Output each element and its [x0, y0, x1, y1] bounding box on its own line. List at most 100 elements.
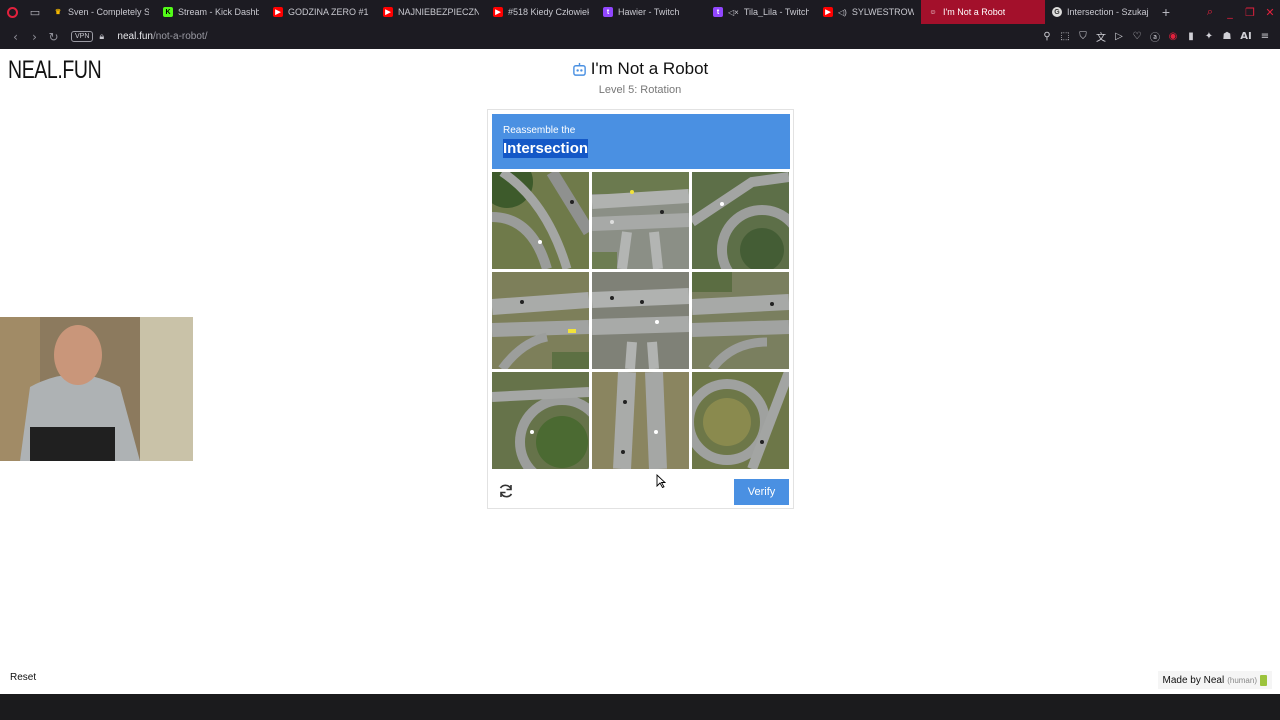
- tab-title: NAJNIEBEZPIECZNIE: [398, 7, 479, 17]
- url-field[interactable]: neal.fun/not-a-robot/: [117, 31, 207, 42]
- youtube-icon: ▶: [273, 7, 283, 17]
- tab-godzina-zero[interactable]: ▶ GODZINA ZERO #153: [266, 0, 376, 24]
- shield-icon[interactable]: ⛉: [1074, 31, 1092, 42]
- captcha-prompt: Reassemble the: [503, 125, 576, 136]
- tab-strip: ♛ Sven - Completely Sc K Stream - Kick D…: [46, 0, 1155, 24]
- made-by-badge[interactable]: Made by Neal (human): [1157, 671, 1272, 689]
- toolbar-icons: ⚲ ⬚ ⛉ 文 ▷ ♡ ⓐ ◉ ▮ ✦ ☗ AI ≡: [1038, 29, 1274, 44]
- kick-icon: K: [163, 7, 173, 17]
- verify-button[interactable]: Verify: [734, 479, 789, 505]
- snapshot-icon[interactable]: ⬚: [1056, 31, 1074, 42]
- browser-tab-bar: ▭ ♛ Sven - Completely Sc K Stream - Kick…: [0, 0, 1280, 24]
- level-label: Level 5: Rotation: [598, 84, 682, 96]
- mouse-cursor-icon: [656, 474, 666, 488]
- tab-title: SYLWESTROWA: [851, 7, 914, 17]
- tab-title: Hawier - Twitch: [618, 7, 680, 17]
- tab-title: Tila_Lila - Twitch: [743, 7, 809, 17]
- page-title: I'm Not a Robot: [572, 59, 709, 79]
- close-window-icon[interactable]: ✕: [1260, 6, 1280, 19]
- intersection-tile-image: [692, 272, 789, 369]
- back-arrow-icon[interactable]: ‹: [6, 27, 25, 47]
- forward-arrow-icon[interactable]: ›: [25, 27, 44, 47]
- reset-button[interactable]: Reset: [10, 672, 36, 683]
- address-bar: ‹ › ↻ VPN 🔒︎ neal.fun/not-a-robot/ ⚲ ⬚ ⛉…: [0, 24, 1280, 49]
- title-row: I'm Not a Robot: [0, 59, 1280, 82]
- tab-kick[interactable]: K Stream - Kick Dashb: [156, 0, 266, 24]
- ai-label: AI: [1240, 31, 1252, 42]
- tab-title: GODZINA ZERO #153: [288, 7, 369, 17]
- youtube-icon: ▶: [823, 7, 833, 17]
- ublock-icon[interactable]: ◉: [1164, 31, 1182, 42]
- reload-icon[interactable]: ↻: [44, 27, 63, 47]
- minimize-icon[interactable]: _: [1220, 6, 1240, 19]
- extension-a-icon[interactable]: ⓐ: [1146, 29, 1164, 44]
- youtube-icon: ▶: [493, 7, 503, 17]
- captcha-tile[interactable]: [592, 272, 689, 369]
- intersection-tile-image: [592, 272, 689, 369]
- url-host: neal.fun: [117, 31, 153, 42]
- aria-ai-button[interactable]: AI: [1236, 31, 1256, 42]
- google-icon: G: [1052, 7, 1062, 17]
- extensions-puzzle-icon[interactable]: ✦: [1200, 31, 1218, 42]
- new-tab-button[interactable]: +: [1155, 0, 1177, 24]
- player-icon[interactable]: ▷: [1110, 31, 1128, 42]
- bookmark-icon[interactable]: ⚲: [1038, 31, 1056, 42]
- captcha-tile[interactable]: [692, 372, 789, 469]
- captcha-tile[interactable]: [592, 372, 689, 469]
- refresh-icon[interactable]: [497, 482, 515, 500]
- vpn-badge[interactable]: VPN: [71, 31, 94, 42]
- tab-title: Stream - Kick Dashb: [178, 7, 259, 17]
- tab-hawier-twitch[interactable]: t Hawier - Twitch: [596, 0, 706, 24]
- speaker-muted-icon[interactable]: ◁×: [728, 8, 739, 17]
- tab-title: Sven - Completely Sc: [68, 7, 149, 17]
- opera-logo-icon[interactable]: [0, 0, 24, 24]
- translate-icon[interactable]: 文: [1092, 29, 1110, 44]
- search-tabs-icon[interactable]: ⌕: [1200, 5, 1220, 19]
- window-controls: ⌕ _ ❐ ✕: [1200, 0, 1280, 24]
- tab-title: #518 Kiedy Człowiek: [508, 7, 589, 17]
- captcha-header: Reassemble the Intersection: [492, 114, 790, 169]
- profile-icon[interactable]: ☗: [1218, 31, 1236, 42]
- intersection-tile-image: [492, 172, 589, 269]
- intersection-tile-image: [592, 172, 689, 269]
- page-title-text: I'm Not a Robot: [590, 59, 709, 78]
- tab-title: Intersection - Szukaj: [1067, 7, 1148, 17]
- intersection-tile-image: [492, 372, 589, 469]
- twitch-icon: t: [713, 7, 723, 17]
- speaker-icon[interactable]: ◁): [838, 8, 847, 17]
- bottle-icon: [1260, 674, 1267, 686]
- made-by-text: Made by Neal: [1162, 674, 1225, 686]
- webcam-overlay: [0, 317, 193, 461]
- tab-najniebezpieczniej[interactable]: ▶ NAJNIEBEZPIECZNIE: [376, 0, 486, 24]
- heart-icon[interactable]: ♡: [1128, 31, 1146, 42]
- restore-icon[interactable]: ❐: [1240, 6, 1260, 19]
- captcha-tile[interactable]: [692, 172, 789, 269]
- url-path: /not-a-robot/: [153, 31, 208, 42]
- tab-kiedy-czlowiek[interactable]: ▶ #518 Kiedy Człowiek: [486, 0, 596, 24]
- youtube-icon: ▶: [383, 7, 393, 17]
- bottom-strip: [0, 694, 1280, 720]
- tab-title: I'm Not a Robot: [943, 7, 1006, 17]
- captcha-tile[interactable]: [592, 172, 689, 269]
- robot-icon: [572, 62, 586, 76]
- robot-icon: ☺: [929, 8, 937, 16]
- captcha-tile[interactable]: [692, 272, 789, 369]
- captcha-panel: Reassemble the Intersection Verify: [487, 109, 794, 509]
- workspaces-icon[interactable]: ▭: [24, 0, 46, 24]
- captcha-tile[interactable]: [492, 272, 589, 369]
- battery-icon[interactable]: ▮: [1182, 31, 1200, 42]
- page-content: NEAL.FUN I'm Not a Robot Level 5: Rotati…: [0, 49, 1280, 694]
- menu-icon[interactable]: ≡: [1256, 31, 1274, 42]
- intersection-tile-image: [692, 172, 789, 269]
- captcha-tile[interactable]: [492, 172, 589, 269]
- tab-tila-lila-twitch[interactable]: t ◁× Tila_Lila - Twitch: [706, 0, 816, 24]
- captcha-tile-grid: [492, 172, 790, 470]
- tab-sylwestrowa[interactable]: ▶ ◁) SYLWESTROWA: [816, 0, 921, 24]
- captcha-tile[interactable]: [492, 372, 589, 469]
- lock-icon[interactable]: 🔒︎: [99, 32, 111, 42]
- tab-intersection-szukaj[interactable]: G Intersection - Szukaj: [1045, 0, 1155, 24]
- tab-sven[interactable]: ♛ Sven - Completely Sc: [46, 0, 156, 24]
- crown-icon: ♛: [54, 9, 62, 16]
- tab-im-not-a-robot[interactable]: ☺ I'm Not a Robot: [921, 0, 1045, 24]
- captcha-target[interactable]: Intersection: [503, 139, 589, 158]
